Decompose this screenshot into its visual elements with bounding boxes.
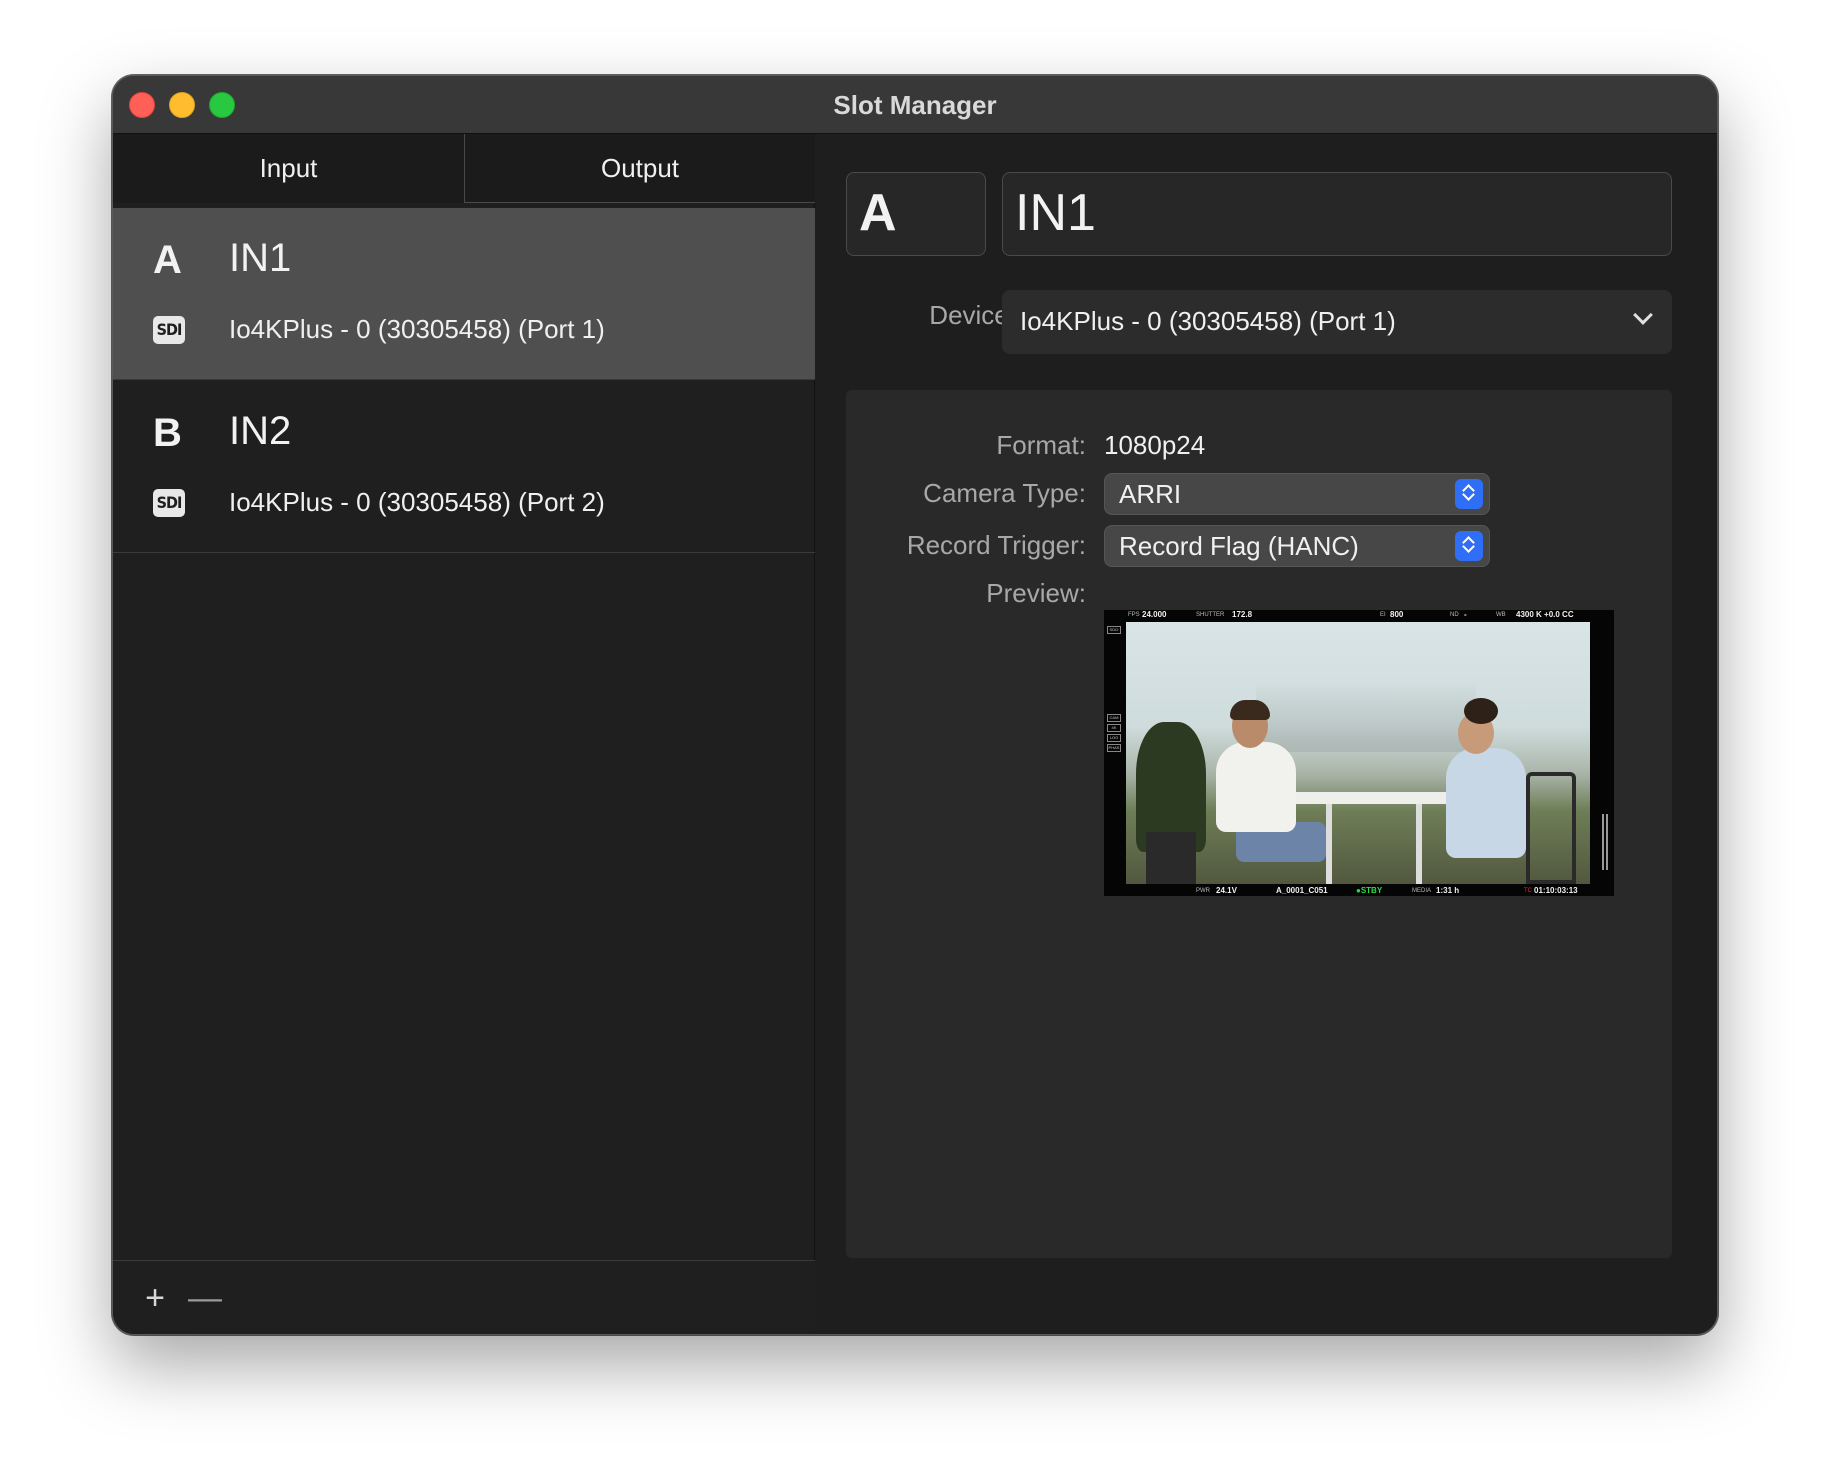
slot-letter: A	[153, 238, 182, 282]
tab-bar: Input Output	[113, 134, 815, 203]
hud-side-tag: LOG	[1107, 734, 1121, 742]
camera-type-popup[interactable]: ARRI	[1104, 473, 1490, 515]
device-value: Io4KPlus - 0 (30305458) (Port 1)	[1020, 306, 1396, 336]
hud-side-sdi: SDI2	[1107, 626, 1121, 634]
slot-detail-panel: A IN1 Device: Io4KPlus - 0 (30305458) (P…	[816, 134, 1717, 1334]
hud-fps-label: FPS	[1128, 612, 1140, 618]
window-title: Slot Manager	[833, 90, 997, 120]
camera-type-label: Camera Type:	[923, 478, 1086, 508]
format-label: Format:	[996, 430, 1086, 460]
hud-nd-label: ND	[1450, 612, 1459, 618]
hud-fps: 24.000	[1142, 610, 1167, 619]
slot-name: IN1	[229, 236, 292, 280]
slot-device: Io4KPlus - 0 (30305458) (Port 1)	[229, 314, 605, 344]
slot-letter-field[interactable]: A	[846, 172, 986, 256]
list-footer: + —	[113, 1260, 815, 1334]
slot-device: Io4KPlus - 0 (30305458) (Port 2)	[229, 487, 605, 517]
device-label: Device:	[929, 300, 1016, 330]
record-trigger-value: Record Flag (HANC)	[1119, 531, 1359, 561]
camera-type-value: ARRI	[1119, 479, 1182, 509]
slot-row-b[interactable]: B IN2 SDI Io4KPlus - 0 (30305458) (Port …	[113, 381, 815, 553]
slot-name-field[interactable]: IN1	[1002, 172, 1672, 256]
hud-pwr: 24.1V	[1216, 886, 1237, 895]
device-dropdown[interactable]: Io4KPlus - 0 (30305458) (Port 1)	[1002, 290, 1672, 354]
slot-manager-window: Slot Manager Input Output A IN1 SDI Io4K…	[112, 75, 1718, 1335]
hud-ei-label: EI	[1380, 612, 1386, 618]
hud-wb-label: WB	[1496, 612, 1506, 618]
hud-clip: A_0001_C051	[1276, 886, 1328, 895]
hud-shutter-label: SHUTTER	[1196, 612, 1225, 618]
hud-side-tag: PHAS	[1107, 744, 1121, 752]
tab-output[interactable]: Output	[464, 134, 815, 203]
format-value: 1080p24	[1104, 430, 1206, 460]
hud-tc-label: TC	[1524, 888, 1532, 894]
hud-ei: 800	[1390, 610, 1404, 619]
up-down-arrows-icon	[1455, 531, 1483, 561]
up-down-arrows-icon	[1455, 479, 1483, 509]
add-slot-button[interactable]: +	[137, 1273, 173, 1323]
tab-input[interactable]: Input	[113, 134, 464, 203]
hud-pwr-label: PWR	[1196, 888, 1210, 894]
sdi-icon: SDI	[153, 489, 185, 517]
slot-list-panel: Input Output A IN1 SDI Io4KPlus - 0 (303…	[113, 134, 815, 1334]
slot-settings-box: Format: 1080p24 Camera Type: ARRI Record…	[846, 390, 1672, 1258]
hud-status: ●STBY	[1356, 886, 1383, 895]
hud-shutter: 172.8	[1232, 610, 1253, 619]
preview-frame	[1126, 622, 1590, 884]
hud-side-tag: 4K	[1107, 724, 1121, 732]
preview-label: Preview:	[986, 578, 1086, 608]
audio-meter	[1602, 814, 1608, 870]
hud-nd: -	[1464, 610, 1467, 619]
hud-media-label: MEDIA	[1412, 888, 1432, 894]
video-preview: FPS 24.000 SHUTTER 172.8 EI 800 ND - WB …	[1104, 610, 1614, 896]
slot-row-a[interactable]: A IN1 SDI Io4KPlus - 0 (30305458) (Port …	[113, 208, 815, 380]
record-trigger-label: Record Trigger:	[906, 530, 1086, 560]
hud-side-tag: CAM	[1107, 714, 1121, 722]
hud-media: 1:31 h	[1436, 886, 1460, 895]
record-trigger-popup[interactable]: Record Flag (HANC)	[1104, 525, 1490, 567]
hud-tc: 01:10:03:13	[1534, 886, 1578, 895]
sdi-icon: SDI	[153, 316, 185, 344]
remove-slot-button[interactable]: —	[187, 1273, 223, 1323]
title-bar[interactable]: Slot Manager	[113, 76, 1717, 134]
slot-letter: B	[153, 411, 182, 455]
slot-name: IN2	[229, 409, 292, 453]
hud-wb: 4300 K +0.0 CC	[1516, 610, 1574, 619]
chevron-down-icon	[1633, 305, 1653, 325]
